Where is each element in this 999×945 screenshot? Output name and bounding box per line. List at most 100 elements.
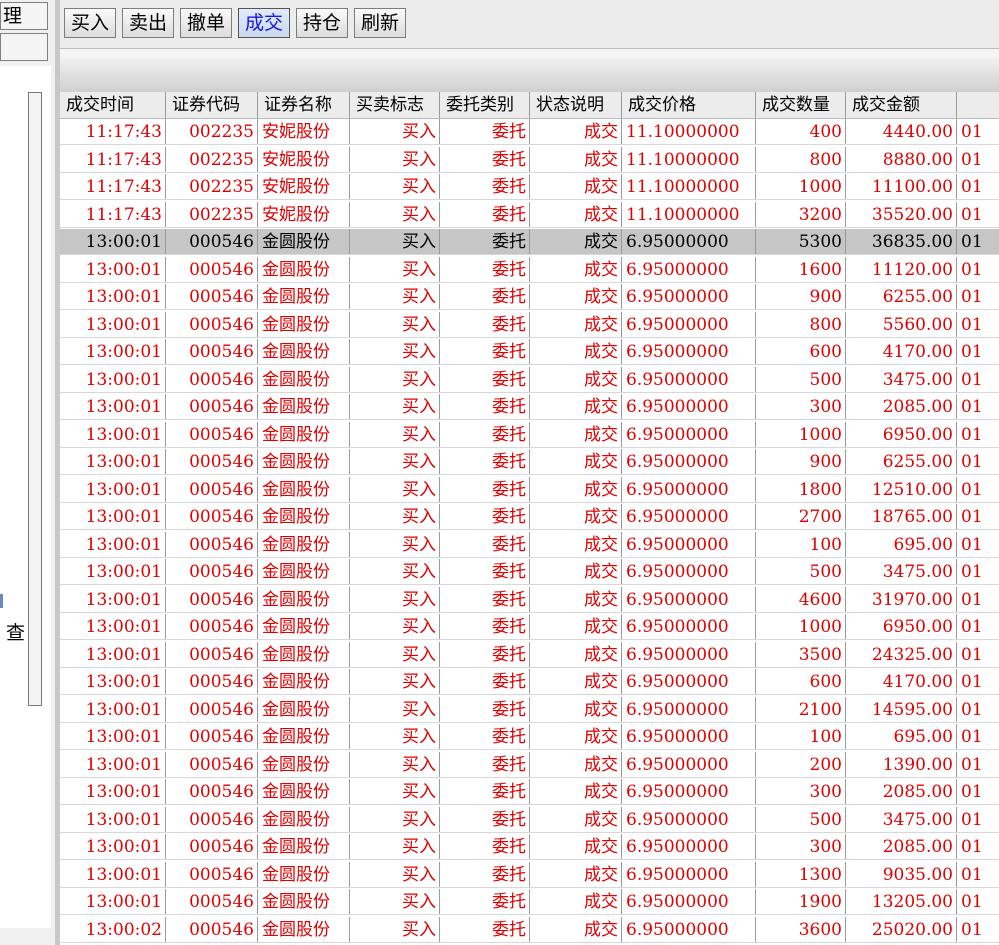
column-header-buy-sell-flag[interactable]: 买卖标志	[350, 92, 440, 118]
table-row[interactable]: 13:00:01 000546 金圆股份 买入 委托 成交 6.95000000 600 417…	[60, 339, 999, 365]
table-row[interactable]: 11:17:43 002235 安妮股份 买入 委托 成交 11.10000000 400 44…	[60, 119, 999, 145]
column-header-trade-quantity[interactable]: 成交数量	[756, 92, 846, 118]
table-row[interactable]: 11:17:43 002235 安妮股份 买入 委托 成交 11.10000000 1000 1…	[60, 174, 999, 200]
left-side-label[interactable]: 查	[6, 618, 25, 645]
trade-time-cell: 13:00:01	[60, 559, 166, 585]
column-header-extra[interactable]	[957, 92, 999, 118]
table-row[interactable]: 11:17:43 002235 安妮股份 买入 委托 成交 11.10000000 3200 3…	[60, 201, 999, 228]
buy-sell-flag-cell: 买入	[350, 229, 440, 255]
security-code-cell: 002235	[166, 119, 258, 145]
table-row[interactable]: 13:00:01 000546 金圆股份 买入 委托 成交 6.95000000 1600 11…	[60, 256, 999, 283]
column-header-trade-time[interactable]: 成交时间	[60, 92, 166, 118]
left-scrollbar[interactable]	[28, 92, 42, 706]
table-row[interactable]: 13:00:01 000546 金圆股份 买入 委托 成交 6.95000000 300 208…	[60, 834, 999, 860]
extra-cell: 01	[957, 229, 999, 255]
cancel-order-button[interactable]: 撤单	[180, 8, 232, 38]
trade-time-cell: 13:00:01	[60, 229, 166, 255]
extra-cell: 01	[957, 257, 999, 283]
column-header-status[interactable]: 状态说明	[530, 92, 622, 118]
security-name-cell: 金圆股份	[258, 806, 350, 833]
left-tab-2[interactable]	[0, 33, 48, 61]
column-header-order-type[interactable]: 委托类别	[440, 92, 530, 118]
status-cell: 成交	[530, 916, 622, 943]
security-name-cell: 金圆股份	[258, 614, 350, 640]
order-type-cell: 委托	[440, 614, 530, 640]
status-cell: 成交	[530, 119, 622, 145]
trade-time-cell: 13:00:01	[60, 724, 166, 750]
security-name-cell: 金圆股份	[258, 586, 350, 613]
table-row[interactable]: 13:00:01 000546 金圆股份 买入 委托 成交 6.95000000 3500 24…	[60, 641, 999, 668]
trade-amount-cell: 13205.00	[846, 889, 957, 915]
table-row[interactable]: 13:00:02 000546 金圆股份 买入 委托 成交 6.95000000 3600 25…	[60, 916, 999, 943]
status-cell: 成交	[530, 889, 622, 915]
status-cell: 成交	[530, 724, 622, 750]
table-row[interactable]: 13:00:01 000546 金圆股份 买入 委托 成交 6.95000000 1000 69…	[60, 614, 999, 640]
positions-button[interactable]: 持仓	[296, 8, 348, 38]
trade-quantity-cell: 800	[756, 146, 846, 173]
column-header-trade-amount[interactable]: 成交金额	[846, 92, 957, 118]
table-row[interactable]: 13:00:01 000546 金圆股份 买入 委托 成交 6.95000000 900 625…	[60, 449, 999, 475]
trade-quantity-cell: 300	[756, 779, 846, 805]
buy-sell-flag-cell: 买入	[350, 559, 440, 585]
trade-time-cell: 13:00:02	[60, 916, 166, 943]
table-row[interactable]: 13:00:01 000546 金圆股份 买入 委托 成交 6.95000000 2100 14…	[60, 696, 999, 723]
table-row[interactable]: 13:00:01 000546 金圆股份 买入 委托 成交 6.95000000 500 347…	[60, 559, 999, 585]
table-row[interactable]: 13:00:01 000546 金圆股份 买入 委托 成交 6.95000000 100 695…	[60, 724, 999, 750]
trade-price-cell: 11.10000000	[622, 146, 756, 173]
table-row[interactable]: 13:00:01 000546 金圆股份 买入 委托 成交 6.95000000 500 347…	[60, 806, 999, 833]
table-row[interactable]: 13:00:01 000546 金圆股份 买入 委托 成交 6.95000000 4600 31…	[60, 586, 999, 613]
trades-button[interactable]: 成交	[238, 8, 290, 38]
column-header-security-code[interactable]: 证券代码	[166, 92, 258, 118]
table-row[interactable]: 13:00:01 000546 金圆股份 买入 委托 成交 6.95000000 1300 90…	[60, 861, 999, 888]
trade-price-cell: 6.95000000	[622, 779, 756, 805]
trade-quantity-cell: 1800	[756, 476, 846, 503]
security-code-cell: 000546	[166, 889, 258, 915]
trade-price-cell: 6.95000000	[622, 531, 756, 558]
table-row[interactable]: 13:00:01 000546 金圆股份 买入 委托 成交 6.95000000 1900 13…	[60, 889, 999, 915]
trade-price-cell: 6.95000000	[622, 421, 756, 448]
security-code-cell: 000546	[166, 916, 258, 943]
sell-button[interactable]: 卖出	[122, 8, 174, 38]
trade-amount-cell: 3475.00	[846, 559, 957, 585]
trade-quantity-cell: 300	[756, 834, 846, 860]
buy-sell-flag-cell: 买入	[350, 174, 440, 200]
buy-sell-flag-cell: 买入	[350, 916, 440, 943]
trade-price-cell: 6.95000000	[622, 614, 756, 640]
order-type-cell: 委托	[440, 889, 530, 915]
security-name-cell: 金圆股份	[258, 366, 350, 393]
security-code-cell: 000546	[166, 449, 258, 475]
table-row[interactable]: 13:00:01 000546 金圆股份 买入 委托 成交 6.95000000 100 695…	[60, 531, 999, 558]
row-separator	[60, 199, 999, 200]
order-type-cell: 委托	[440, 559, 530, 585]
extra-cell: 01	[957, 367, 999, 393]
table-row[interactable]: 13:00:01 000546 金圆股份 买入 委托 成交 6.95000000 300 208…	[60, 779, 999, 805]
trade-quantity-cell: 200	[756, 751, 846, 778]
column-header-security-name[interactable]: 证券名称	[258, 92, 350, 118]
table-row[interactable]: 13:00:01 000546 金圆股份 买入 委托 成交 6.95000000 900 625…	[60, 284, 999, 310]
table-row[interactable]: 13:00:01 000546 金圆股份 买入 委托 成交 6.95000000 200 139…	[60, 751, 999, 778]
row-separator	[60, 171, 999, 173]
security-code-cell: 002235	[166, 174, 258, 200]
refresh-button[interactable]: 刷新	[354, 8, 406, 38]
security-code-cell: 000546	[166, 339, 258, 365]
security-code-cell: 000546	[166, 751, 258, 778]
status-cell: 成交	[530, 311, 622, 338]
table-row[interactable]: 11:17:43 002235 安妮股份 买入 委托 成交 11.10000000 800 88…	[60, 146, 999, 173]
table-row[interactable]: 13:00:01 000546 金圆股份 买入 委托 成交 6.95000000 2700 18…	[60, 504, 999, 530]
column-header-trade-price[interactable]: 成交价格	[622, 92, 756, 118]
row-separator	[60, 254, 999, 255]
left-tab-1[interactable]: 理	[0, 2, 48, 30]
buy-button[interactable]: 买入	[64, 8, 116, 38]
trade-amount-cell: 14595.00	[846, 696, 957, 723]
table-row[interactable]: 13:00:01 000546 金圆股份 买入 委托 成交 6.95000000 600 417…	[60, 669, 999, 695]
trade-quantity-cell: 5300	[756, 229, 846, 255]
table-row[interactable]: 13:00:01 000546 金圆股份 买入 委托 成交 6.95000000 1000 69…	[60, 421, 999, 448]
table-row[interactable]: 13:00:01 000546 金圆股份 买入 委托 成交 6.95000000 1800 12…	[60, 476, 999, 503]
table-row[interactable]: 13:00:01 000546 金圆股份 买入 委托 成交 6.95000000 5300 36…	[60, 229, 999, 255]
order-type-cell: 委托	[440, 586, 530, 613]
row-separator	[60, 391, 999, 393]
table-row[interactable]: 13:00:01 000546 金圆股份 买入 委托 成交 6.95000000 800 556…	[60, 311, 999, 338]
row-separator	[60, 144, 999, 145]
table-row[interactable]: 13:00:01 000546 金圆股份 买入 委托 成交 6.95000000 300 208…	[60, 394, 999, 420]
table-row[interactable]: 13:00:01 000546 金圆股份 买入 委托 成交 6.95000000 500 347…	[60, 366, 999, 393]
